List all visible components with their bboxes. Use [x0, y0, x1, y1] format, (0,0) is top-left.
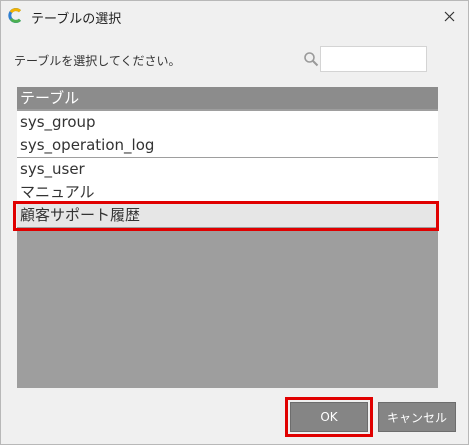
table-item-customer-support-history[interactable]: 顧客サポート履歴	[17, 204, 438, 227]
table-list: テーブル sys_group sys_operation_log sys_use…	[17, 87, 438, 388]
table-item-sys-operation-log[interactable]: sys_operation_log	[17, 134, 438, 157]
search-input[interactable]	[320, 46, 427, 72]
ok-button[interactable]: OK	[290, 402, 368, 432]
search-icon	[303, 51, 319, 67]
table-select-dialog: テーブルの選択 テーブルを選択してください。 テーブル sys_group sy…	[0, 0, 469, 445]
table-item-sys-group[interactable]: sys_group	[17, 111, 438, 134]
table-item-sys-user[interactable]: sys_user	[17, 158, 438, 181]
window-title: テーブルの選択	[31, 12, 122, 27]
table-item-manual[interactable]: マニュアル	[17, 181, 438, 204]
title-bar: テーブルの選択	[1, 1, 468, 32]
close-button[interactable]	[434, 3, 464, 30]
table-list-header: テーブル	[17, 87, 438, 109]
close-icon	[444, 7, 455, 26]
app-logo-icon	[8, 8, 23, 23]
instruction-text: テーブルを選択してください。	[14, 54, 181, 68]
cancel-button[interactable]: キャンセル	[378, 402, 456, 432]
